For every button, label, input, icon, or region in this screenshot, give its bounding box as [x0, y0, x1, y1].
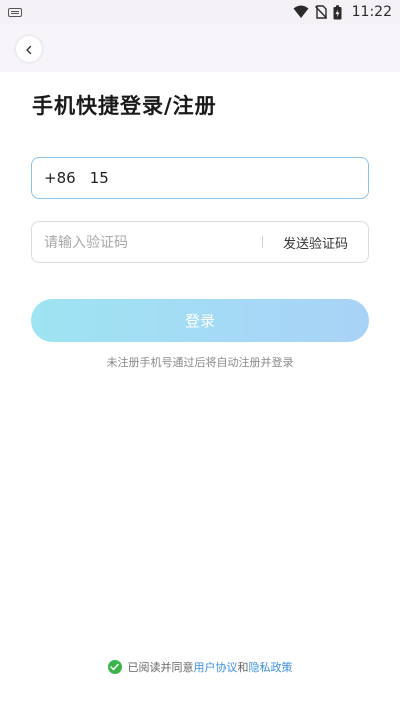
header: [0, 24, 400, 72]
user-agreement-link[interactable]: 用户协议: [194, 659, 238, 675]
chevron-left-icon: [24, 40, 34, 59]
login-button[interactable]: 登录: [31, 299, 369, 342]
country-code[interactable]: +86: [44, 169, 76, 187]
agreement-row: 已阅读并同意 用户协议 和 隐私政策: [0, 659, 400, 675]
back-button[interactable]: [16, 36, 42, 62]
send-code-button[interactable]: 发送验证码: [263, 233, 368, 252]
battery-charging-icon: [333, 4, 342, 20]
agreement-connector: 和: [237, 661, 249, 674]
privacy-policy-link[interactable]: 隐私政策: [249, 659, 293, 675]
status-time: 11:22: [351, 4, 392, 20]
verification-code-input[interactable]: 请输入验证码 发送验证码: [31, 221, 369, 263]
wifi-icon: [293, 5, 309, 19]
check-circle-icon[interactable]: [107, 660, 122, 674]
page-title: 手机快捷登录/注册: [32, 94, 217, 118]
login-screen: 11:22 手机快捷登录/注册 +86 15 请输入验证码 发送验证码 登录 未…: [0, 0, 400, 712]
no-sim-icon: [314, 5, 327, 19]
phone-input[interactable]: +86 15: [31, 157, 369, 199]
phone-number-value: 15: [89, 169, 109, 187]
agreement-prefix: 已阅读并同意: [127, 661, 194, 674]
keyboard-icon: [8, 7, 22, 17]
status-bar: 11:22: [0, 0, 400, 24]
auto-register-hint: 未注册手机号通过后将自动注册并登录: [106, 356, 294, 369]
verification-code-placeholder: 请输入验证码: [44, 235, 128, 251]
